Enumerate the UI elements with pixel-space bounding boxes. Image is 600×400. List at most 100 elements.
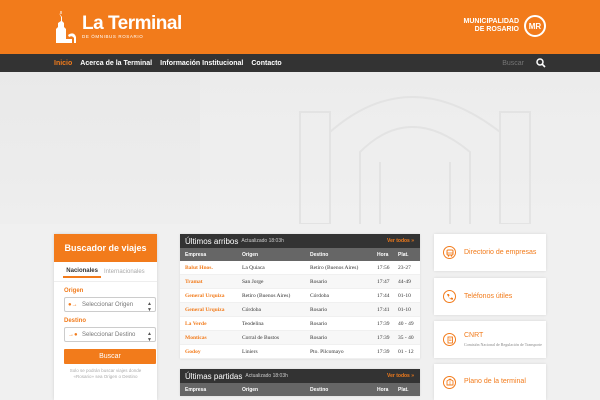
logo-title: La Terminal (82, 13, 182, 34)
cell-hora: 17:56 (377, 264, 390, 271)
cell-empresa[interactable]: La Verde (180, 321, 237, 327)
cell-plat: 44-49 (398, 278, 411, 285)
destination-select[interactable]: →● Seleccionar Destino ▲ ▼ (64, 327, 156, 343)
cell-destino: Retiro (Buenos Aires) (310, 264, 359, 271)
cell-hora: 17:39 (377, 320, 390, 327)
muni-line-1: MUNICIPALIDAD (463, 18, 519, 25)
side-sub: Comisión Nacional de Regulación de Trans… (464, 342, 542, 347)
cell-origen: San Jorge (242, 278, 264, 285)
trip-search-card: Buscador de viajes Nacionales Internacio… (54, 234, 157, 400)
side-label: Plano de la terminal (464, 378, 526, 385)
search-title: Buscador de viajes (54, 234, 157, 262)
side-label: Teléfonos útiles (464, 292, 513, 300)
departures-table: Últimas partidas Actualizado 18:03h Ver … (180, 369, 420, 396)
caret-icon: ▲ ▼ (147, 301, 152, 313)
destination-label: Destino (64, 318, 87, 324)
muni-badge: MR (524, 15, 546, 37)
nav-contacto[interactable]: Contacto (251, 60, 281, 67)
origin-label: Origen (64, 288, 84, 294)
search-button[interactable]: Buscar (64, 349, 156, 364)
nav-acerca[interactable]: Acerca de la Terminal (80, 60, 152, 67)
document-icon (443, 333, 456, 346)
cell-empresa[interactable]: Tramat (180, 279, 237, 285)
table-row: Tramat San Jorge Rosario 17:47 44-49 (180, 275, 420, 289)
cell-origen: La Quiaca (242, 264, 265, 271)
arrivals-ver-todos-link[interactable]: Ver todos » (387, 238, 414, 244)
departures-title: Últimas partidas (185, 371, 243, 381)
caret-icon: ▲ ▼ (147, 331, 152, 343)
cell-hora: 17:44 (377, 292, 390, 299)
table-row: General Urquiza Retiro (Buenos Aires) Có… (180, 289, 420, 303)
nav-search (484, 54, 546, 72)
table-row: La Verde Teodelina Rosario 17:39 40 - 49 (180, 317, 420, 331)
site-logo[interactable]: La Terminal DE ÓMNIBUS ROSARIO (52, 8, 182, 46)
logo-subtitle: DE ÓMNIBUS ROSARIO (82, 34, 144, 39)
arrivals-title: Últimos arribos (185, 236, 239, 246)
side-card-directorio[interactable]: Directorio de empresas (434, 234, 546, 271)
cell-plat: 23-27 (398, 264, 411, 271)
cell-empresa[interactable]: General Urquiza (180, 307, 237, 313)
cell-origen: Córdoba (242, 306, 261, 313)
table-row: Godoy Liniers Pto. Pilcomayo 17:39 01 - … (180, 345, 420, 359)
cell-plat: 35 - 40 (398, 334, 414, 341)
cell-destino: Rosario (310, 278, 328, 285)
nav-informacion[interactable]: Información Institucional (160, 60, 243, 67)
cell-hora: 17:39 (377, 334, 390, 341)
origin-select[interactable]: ●→ Seleccionar Origen ▲ ▼ (64, 297, 156, 313)
cell-destino: Rosario (310, 320, 328, 327)
main-nav: Inicio Acerca de la Terminal Información… (0, 54, 600, 72)
cell-destino: Rosario (310, 334, 328, 341)
cell-origen: Corral de Bustos (242, 334, 279, 341)
side-card-cnrt[interactable]: CNRT Comisión Nacional de Regulación de … (434, 321, 546, 358)
cell-empresa[interactable]: Monticas (180, 335, 237, 341)
arrivals-table: Últimos arribos Actualizado 18:03h Ver t… (180, 234, 420, 359)
col-plat: Plat. (398, 251, 409, 258)
departures-updated: Actualizado 18:03h (245, 373, 288, 379)
side-card-plano[interactable]: Plano de la terminal (434, 364, 546, 400)
cell-empresa[interactable]: General Urquiza (180, 293, 237, 299)
hero-banner (0, 72, 600, 224)
col-hora: Hora (377, 386, 389, 393)
cell-destino: Córdoba (310, 292, 329, 299)
cell-plat: 01 - 12 (398, 348, 414, 355)
origin-placeholder: Seleccionar Origen (82, 301, 134, 308)
departures-title-bar: Últimas partidas Actualizado 18:03h Ver … (180, 369, 420, 383)
building-watermark (200, 72, 600, 224)
cell-plat: 40 - 49 (398, 320, 414, 327)
side-card-telefonos[interactable]: Teléfonos útiles (434, 278, 546, 315)
arrow-in-icon: ●→ (68, 301, 78, 308)
cell-hora: 17:39 (377, 348, 390, 355)
search-icon[interactable] (536, 58, 546, 68)
search-tabs: Nacionales Internacionales (54, 262, 157, 282)
col-hora: Hora (377, 251, 389, 258)
col-plat: Plat. (398, 386, 409, 393)
cell-hora: 17:47 (377, 278, 390, 285)
cell-empresa[interactable]: Balut Hnos. (180, 265, 237, 271)
cell-origen: Teodelina (242, 320, 264, 327)
col-empresa: Empresa (185, 251, 207, 258)
table-row: Monticas Corral de Bustos Rosario 17:39 … (180, 331, 420, 345)
municipality-logo[interactable]: MUNICIPALIDAD DE ROSARIO MR (464, 15, 546, 37)
arrivals-title-bar: Últimos arribos Actualizado 18:03h Ver t… (180, 234, 420, 248)
terminal-tower-icon (52, 9, 78, 45)
cell-empresa[interactable]: Godoy (180, 349, 237, 355)
cell-origen: Retiro (Buenos Aires) (242, 292, 291, 299)
map-icon (443, 375, 456, 389)
col-empresa: Empresa (185, 386, 207, 393)
cell-hora: 17:41 (377, 306, 390, 313)
search-input[interactable] (484, 59, 524, 67)
table-row: Balut Hnos. La Quiaca Retiro (Buenos Air… (180, 261, 420, 275)
tab-nacionales[interactable]: Nacionales (63, 268, 101, 278)
cell-destino: Pto. Pilcomayo (310, 348, 344, 355)
departures-ver-todos-link[interactable]: Ver todos » (387, 373, 414, 379)
col-origen: Origen (242, 251, 259, 258)
nav-inicio[interactable]: Inicio (54, 60, 72, 67)
tab-internacionales[interactable]: Internacionales (101, 269, 148, 275)
cell-plat: 01-10 (398, 292, 411, 299)
top-header: La Terminal DE ÓMNIBUS ROSARIO MUNICIPAL… (0, 0, 600, 54)
col-origen: Origen (242, 386, 259, 393)
departures-header-row: Empresa Origen Destino Hora Plat. (180, 383, 420, 396)
side-label: CNRT (464, 332, 484, 339)
bus-icon (443, 246, 456, 259)
search-note: Solo se podrán buscar viajes donde «Rosa… (69, 368, 142, 379)
